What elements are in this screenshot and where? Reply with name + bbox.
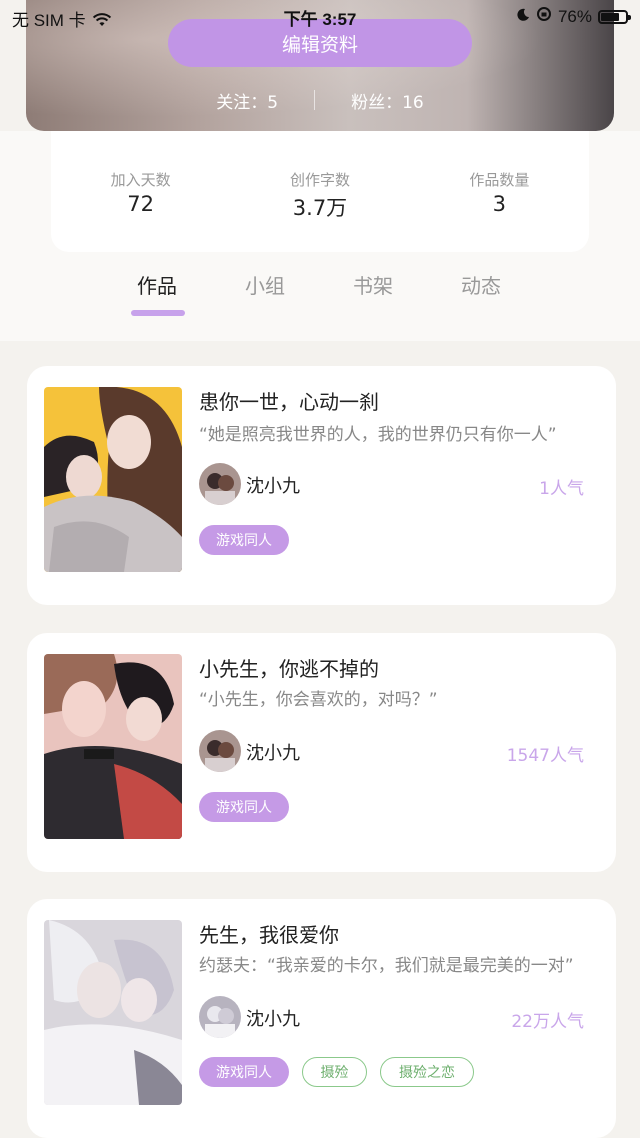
tab-groups[interactable]: 小组 bbox=[211, 270, 319, 318]
stat-value: 3.7万 bbox=[292, 196, 348, 220]
work-cover-image[interactable] bbox=[44, 654, 182, 839]
rotation-lock-icon bbox=[536, 6, 552, 27]
stat-label: 作品数量 bbox=[469, 171, 530, 189]
author-avatar[interactable] bbox=[199, 730, 241, 772]
battery-icon bbox=[598, 9, 631, 24]
tab-activity[interactable]: 动态 bbox=[427, 270, 535, 318]
tag-game-fanfic[interactable]: 游戏同人 bbox=[199, 792, 289, 822]
stat-value: 72 bbox=[127, 192, 155, 216]
author-name[interactable]: 沈小九 bbox=[246, 739, 300, 765]
work-description: “她是照亮我世界的人，我的世界仍只有你一人” bbox=[199, 425, 557, 445]
work-title[interactable]: 先生，我很爱你 bbox=[199, 919, 339, 948]
stats-card: 加入天数 72 创作字数 3.7万 作品数量 3 bbox=[51, 131, 589, 252]
tab-bookshelf[interactable]: 书架 bbox=[319, 270, 427, 318]
stat-word-count: 创作字数 3.7万 bbox=[230, 131, 409, 252]
tab-works[interactable]: 作品 bbox=[103, 270, 211, 318]
tag-sheying-love[interactable]: 摄殓之恋 bbox=[380, 1057, 474, 1087]
profile-tabs: 作品 小组 书架 动态 bbox=[103, 270, 535, 318]
work-cover-image[interactable] bbox=[44, 920, 182, 1105]
moon-icon bbox=[516, 7, 530, 27]
stat-join-days: 加入天数 72 bbox=[51, 131, 230, 252]
popularity-count: 1547人气 bbox=[506, 746, 584, 766]
author-name[interactable]: 沈小九 bbox=[246, 1005, 300, 1031]
tag-game-fanfic[interactable]: 游戏同人 bbox=[199, 1057, 289, 1087]
work-card[interactable]: 小先生，你逃不掉的 “小先生，你会喜欢的，对吗？” 沈小九 1547人气 游戏同… bbox=[27, 633, 616, 872]
work-description: 约瑟夫：“我亲爱的卡尔，我们就是最完美的一对” bbox=[199, 956, 574, 976]
work-cover-image[interactable] bbox=[44, 387, 182, 572]
stat-label: 创作字数 bbox=[289, 171, 350, 189]
popularity-count: 1人气 bbox=[539, 479, 584, 499]
author-avatar[interactable] bbox=[199, 463, 241, 505]
tag-sheying[interactable]: 摄殓 bbox=[302, 1057, 367, 1087]
author-name[interactable]: 沈小九 bbox=[246, 472, 300, 498]
work-description: “小先生，你会喜欢的，对吗？” bbox=[199, 690, 438, 710]
stat-value: 3 bbox=[492, 192, 506, 216]
work-card[interactable]: 患你一世，心动一刹 “她是照亮我世界的人，我的世界仍只有你一人” 沈小九 1人气… bbox=[27, 366, 616, 605]
work-card[interactable]: 先生，我很爱你 约瑟夫：“我亲爱的卡尔，我们就是最完美的一对” 沈小九 22万人… bbox=[27, 899, 616, 1138]
author-avatar[interactable] bbox=[199, 996, 241, 1038]
battery-percent: 76% bbox=[557, 6, 592, 26]
followers-count[interactable]: 粉丝：16 bbox=[351, 88, 424, 113]
work-title[interactable]: 患你一世，心动一刹 bbox=[199, 386, 379, 415]
divider bbox=[314, 90, 316, 110]
stat-works-count: 作品数量 3 bbox=[410, 131, 589, 252]
stat-label: 加入天数 bbox=[110, 171, 171, 189]
work-title[interactable]: 小先生，你逃不掉的 bbox=[199, 653, 379, 682]
following-count[interactable]: 关注：5 bbox=[216, 88, 278, 113]
follow-stats: 关注：5 粉丝：16 bbox=[26, 86, 614, 114]
popularity-count: 22万人气 bbox=[511, 1012, 584, 1032]
status-bar: 无 SIM 卡 下午 3:57 76% bbox=[0, 0, 640, 32]
tag-game-fanfic[interactable]: 游戏同人 bbox=[199, 525, 289, 555]
